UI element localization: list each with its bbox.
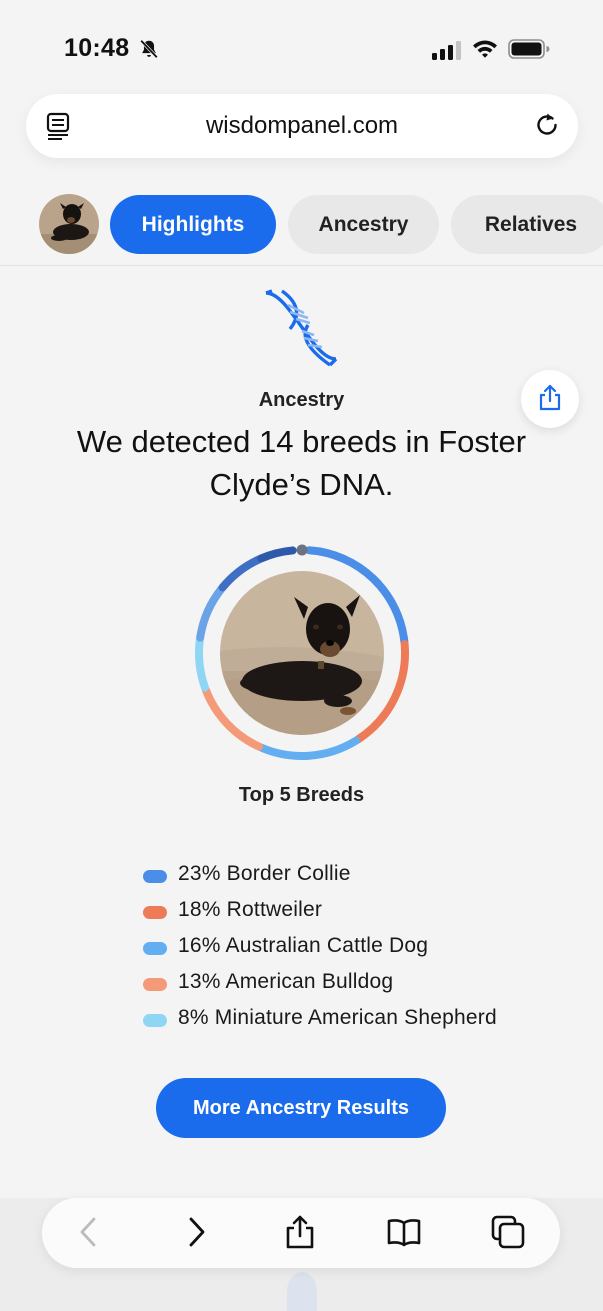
ring-segment: [257, 736, 361, 760]
bell-slash-icon: [140, 39, 158, 59]
page-peek: [287, 1272, 317, 1311]
legend-label: 16% Australian Cattle Dog: [178, 934, 429, 957]
legend-label: 13% American Bulldog: [178, 970, 394, 993]
status-bar: 10:48: [0, 0, 603, 92]
legend-swatch: [143, 942, 167, 955]
status-time: 10:48: [64, 34, 130, 62]
legend-swatch: [143, 870, 167, 883]
legend-label: 23% Border Collie: [178, 862, 351, 885]
address-bar[interactable]: wisdompanel.com: [26, 94, 578, 158]
breed-ring-chart: [191, 542, 413, 764]
ring-segment-other: [257, 546, 297, 563]
tab-highlights[interactable]: Highlights: [110, 195, 276, 254]
tab-relatives[interactable]: Relatives: [451, 195, 603, 254]
url-text[interactable]: wisdompanel.com: [26, 112, 578, 140]
ancestry-headline: We detected 14 breeds in Foster Clyde’s …: [76, 424, 527, 502]
battery-icon: [508, 39, 550, 59]
forward-icon[interactable]: [178, 1214, 214, 1250]
wifi-icon: [473, 40, 497, 58]
share-icon[interactable]: [282, 1214, 318, 1250]
dog-avatar[interactable]: [39, 194, 99, 254]
ring-segment-other: [196, 585, 226, 642]
tab-ancestry[interactable]: Ancestry: [288, 195, 439, 254]
dog-photo: [220, 571, 384, 735]
legend-swatch: [143, 906, 167, 919]
dna-icon: [265, 289, 338, 367]
ring-segment-other: [218, 555, 264, 592]
reload-icon[interactable]: [532, 110, 562, 140]
legend-swatch: [143, 1014, 167, 1027]
more-ancestry-button[interactable]: More Ancestry Results: [156, 1078, 446, 1138]
section-tabs: Highlights Ancestry Relatives: [0, 194, 603, 266]
ring-start-marker: [296, 544, 308, 556]
browser-toolbar: [42, 1198, 560, 1268]
bookmarks-icon[interactable]: [386, 1214, 422, 1250]
ring-segment: [195, 635, 209, 692]
legend-label: 8% Miniature American Shepherd: [178, 1006, 497, 1029]
section-eyebrow: Ancestry: [258, 389, 345, 411]
top-breeds-title: Top 5 Breeds: [238, 784, 365, 806]
signal-icon: [432, 41, 461, 60]
legend-swatch: [143, 978, 167, 991]
tabs-icon[interactable]: [490, 1214, 526, 1250]
legend-label: 18% Rottweiler: [178, 898, 323, 921]
back-icon[interactable]: [72, 1214, 108, 1250]
